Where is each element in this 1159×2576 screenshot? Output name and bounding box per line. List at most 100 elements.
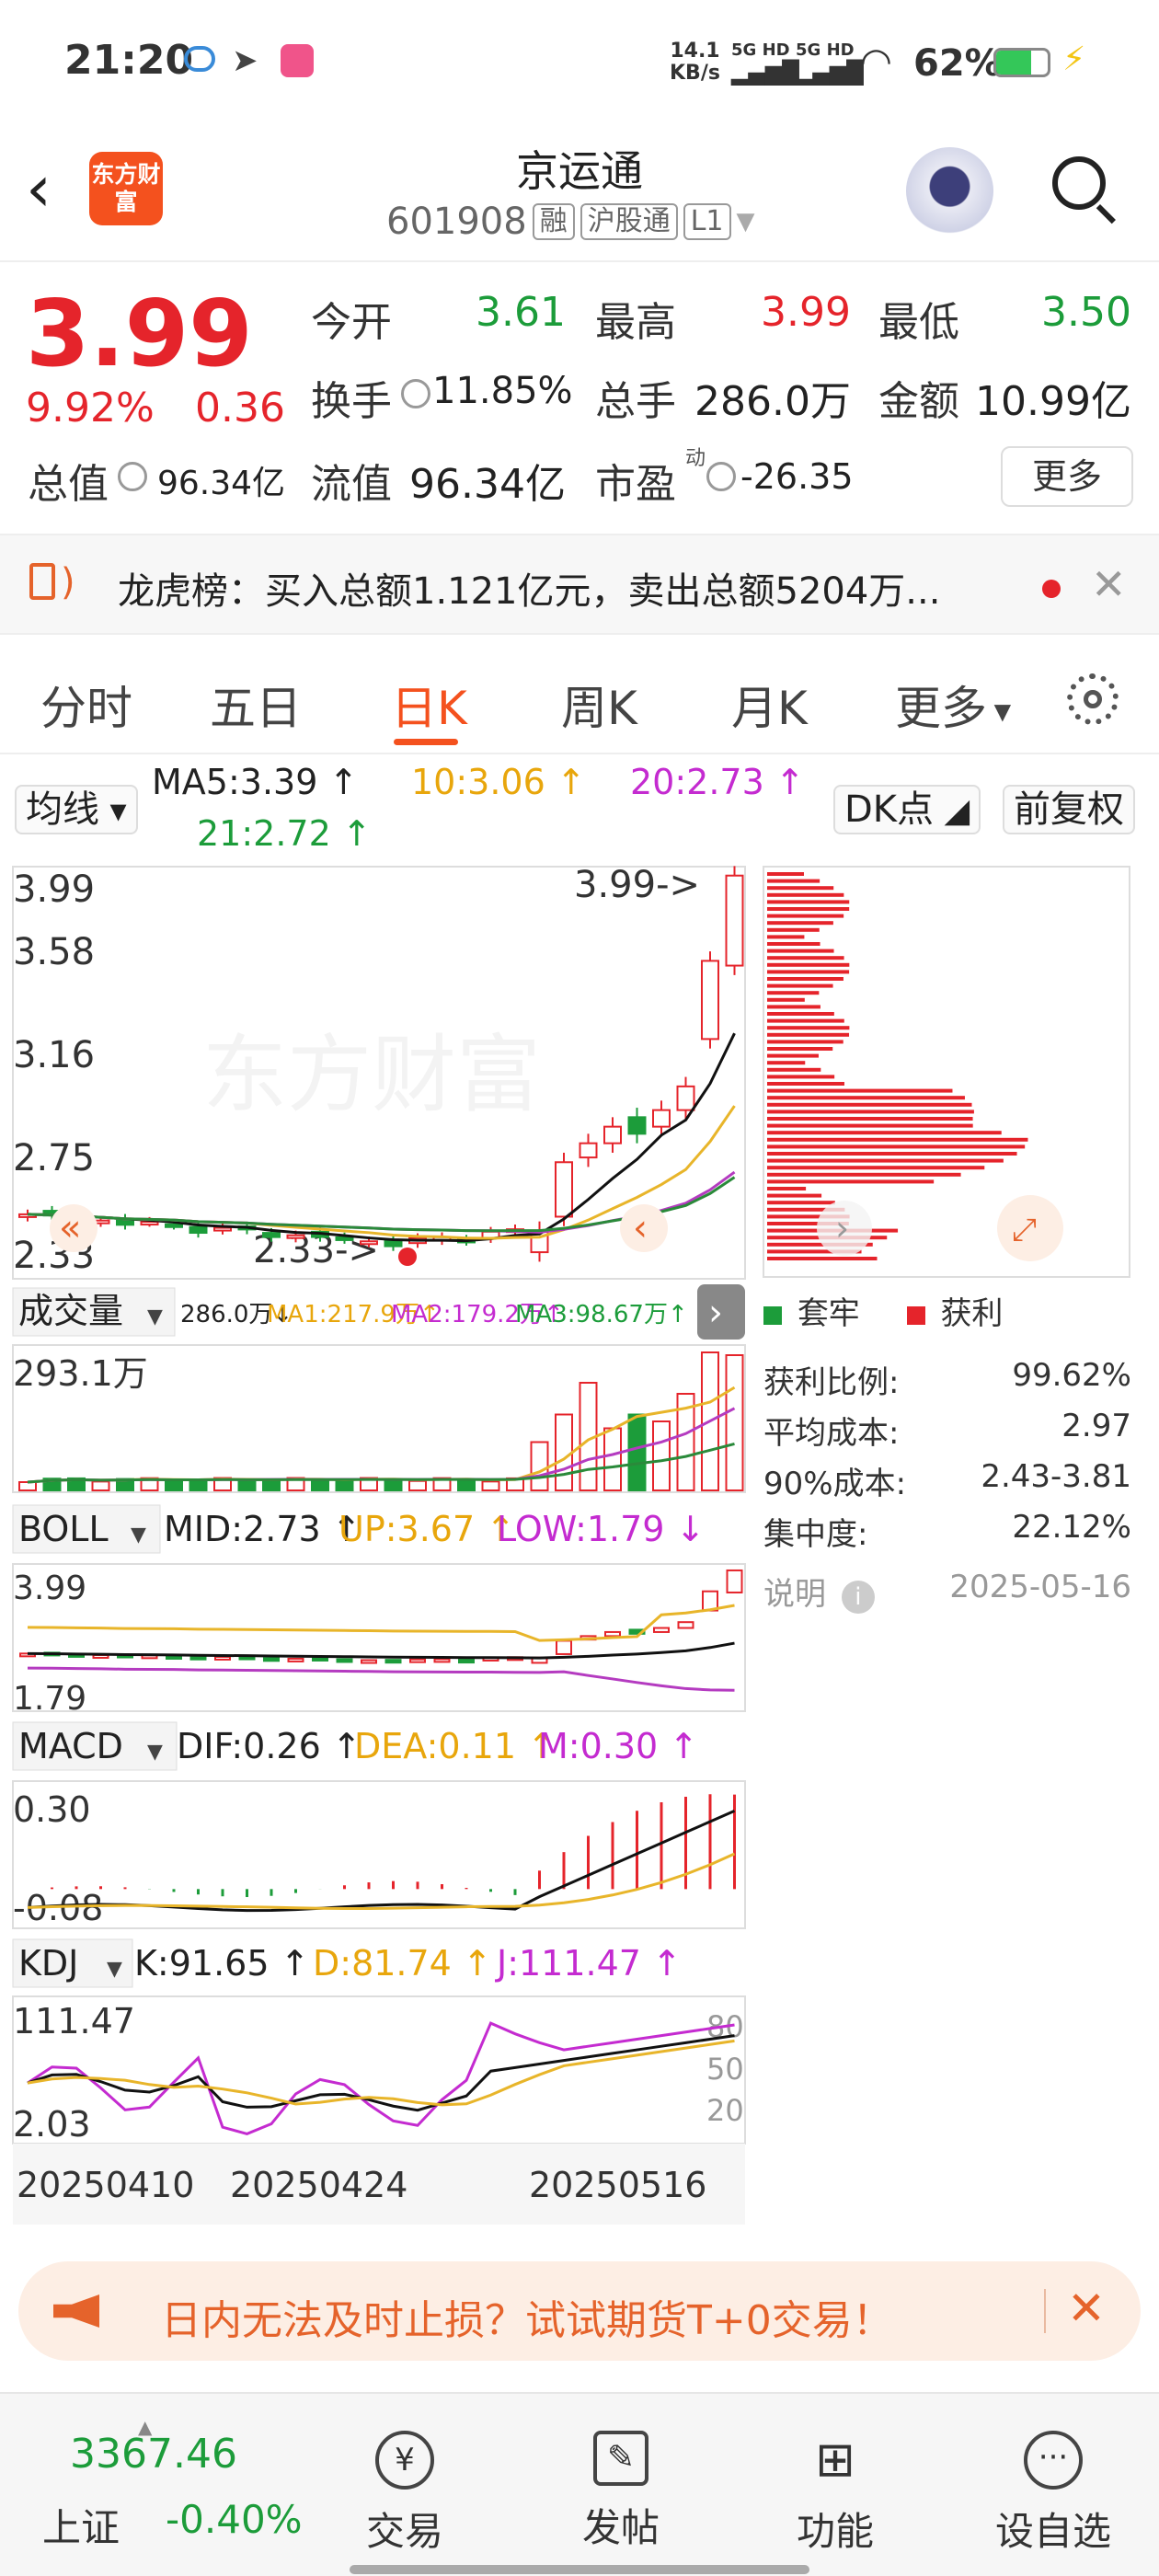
kdj-ref-50: 50: [706, 2052, 744, 2087]
dk-point-label: DK点: [844, 788, 935, 831]
index-name: 上证: [42, 2505, 120, 2550]
kline-candle: [335, 1236, 354, 1241]
volume-bar: [237, 1479, 257, 1491]
boll-ymax: 3.99: [13, 1570, 86, 1607]
double-left-arrow-icon[interactable]: «: [59, 1207, 81, 1249]
nav-trade[interactable]: ¥ 交易: [322, 2431, 488, 2557]
info-dots-icon[interactable]: [401, 379, 430, 408]
kdj-ref-20: 20: [706, 2093, 744, 2128]
chip-bar: [767, 1047, 833, 1051]
chip-bar: [767, 970, 850, 974]
notice-bar[interactable]: ) 龙虎榜：买入总额1.121亿元，卖出总额5204万... ✕: [0, 534, 1159, 635]
high-label: 最高: [595, 299, 676, 346]
kline-candle: [603, 1125, 622, 1144]
dropdown-triangle-icon[interactable]: ▼: [737, 208, 755, 236]
volume-bar: [165, 1479, 183, 1491]
kline-candle: [627, 1116, 647, 1135]
tab-five-day[interactable]: 五日: [210, 672, 302, 738]
chip-note-row[interactable]: 说明 i 2025-05-16: [763, 1569, 1131, 1614]
dropdown-triangle-icon: ▼: [147, 1741, 163, 1764]
kline-candle: [140, 1221, 159, 1226]
chevron-left-icon[interactable]: ‹: [633, 1207, 648, 1249]
speaker-wave-icon: ): [61, 561, 75, 604]
ma-selector[interactable]: 均线 ▾: [15, 785, 138, 834]
chevron-right-icon[interactable]: ›: [708, 1292, 723, 1334]
profit-ratio-value: 99.62%: [1012, 1357, 1131, 1394]
home-indicator: [350, 2565, 809, 2574]
nav-watchlist[interactable]: ··· 设自选: [970, 2431, 1136, 2557]
chip-bar: [767, 886, 834, 891]
boll-ymin: 1.79: [13, 1680, 86, 1718]
chip-bar: [767, 1005, 820, 1009]
info-icon[interactable]: i: [841, 1581, 875, 1614]
volume-bar: [652, 1420, 671, 1491]
tag-level1: L1: [683, 203, 731, 240]
notice-text: 龙虎榜：买入总额1.121亿元，卖出总额5204万...: [118, 570, 941, 613]
chip-bar: [767, 1040, 843, 1044]
float-label: 流值: [311, 461, 392, 508]
close-icon[interactable]: ✕: [1067, 2282, 1106, 2335]
macd-ymax: 0.30: [13, 1789, 91, 1830]
signal-dot: [398, 1248, 417, 1266]
status-time: 21:20: [64, 37, 194, 84]
chip-bar: [767, 949, 834, 953]
robot-assistant-icon[interactable]: [906, 147, 993, 235]
tab-monthly-k[interactable]: 月K: [731, 672, 808, 738]
chip-bar: [767, 956, 844, 960]
kline-candle: [652, 1109, 671, 1128]
chip-bar: [767, 1061, 806, 1065]
chip-bar: [767, 1166, 985, 1170]
chip-bar: [767, 1158, 1004, 1163]
info-dots-icon[interactable]: [118, 462, 147, 491]
nav-post-label: 发帖: [581, 2505, 660, 2550]
tab-intraday[interactable]: 分时: [40, 672, 132, 738]
index-change: -0.40%: [166, 2497, 303, 2542]
search-icon[interactable]: [1052, 156, 1117, 224]
price-adjust-button[interactable]: 前复权: [1003, 785, 1135, 834]
ma21-value: 21:2.72 ↑: [197, 813, 372, 854]
expand-arrows-icon[interactable]: ⤢: [1012, 1212, 1037, 1248]
nav-post[interactable]: ✎ 发帖: [538, 2431, 704, 2553]
date-label-2: 20250424: [230, 2165, 407, 2205]
boll-low-line: [27, 1666, 735, 1692]
kdj-d: D:81.74 ↑: [313, 1943, 492, 1984]
kline-candle: [676, 1085, 695, 1111]
stock-code-line[interactable]: 601908 融 沪股通 L1 ▼: [386, 201, 755, 243]
chip-distribution-chart[interactable]: › ⤢: [762, 865, 1131, 1279]
mcap-label: 总值: [28, 461, 109, 508]
info-dots-icon[interactable]: [706, 462, 736, 491]
kline-candle: [189, 1225, 208, 1235]
signal-1-label: 5G HD: [731, 40, 790, 60]
avg-cost-label: 平均成本:: [763, 1415, 900, 1452]
chevron-right-icon[interactable]: ›: [835, 1208, 849, 1248]
tab-daily-k[interactable]: 日K: [391, 672, 467, 738]
dk-point-selector[interactable]: DK点 ◢: [833, 785, 981, 834]
close-icon[interactable]: ✕: [1091, 559, 1127, 609]
battery-icon: [993, 48, 1050, 77]
low-value: 3.50: [1041, 289, 1131, 336]
high-value: 3.99: [761, 289, 851, 336]
charging-bolt-icon: ⚡: [1062, 40, 1086, 78]
date-label-1: 20250410: [17, 2165, 194, 2205]
signal-2: 5G HD ▂▄▆█: [796, 40, 864, 86]
kline-chart-area[interactable]: 东方财富 3.99 3.58 3.16 2.75 2.33 3.99-> 2.3…: [0, 856, 754, 2254]
promo-banner[interactable]: 日内无法及时止损？试试期货T+0交易！ ✕: [18, 2261, 1141, 2361]
chip-bar: [767, 914, 844, 918]
tab-weekly-k[interactable]: 周K: [561, 672, 637, 738]
chip-bar: [767, 1257, 878, 1260]
settings-gear-icon[interactable]: [1067, 673, 1119, 725]
more-button[interactable]: 更多: [1001, 446, 1133, 507]
promo-divider: [1044, 2289, 1046, 2333]
boll-mid-line: [27, 1641, 735, 1660]
kline-max-marker: 3.99->: [574, 864, 700, 906]
nav-functions[interactable]: ⊞ 功能: [752, 2431, 918, 2557]
chip-bar: [767, 1179, 935, 1184]
boll-mid: MID:2.73 ↑: [164, 1509, 361, 1549]
chip-bar: [767, 1193, 822, 1198]
volume-bar: [725, 1354, 744, 1491]
volume-value: 286.0万: [694, 378, 851, 425]
chip-bar: [767, 1012, 834, 1016]
ma5-value: MA5:3.39 ↑: [152, 762, 359, 802]
tab-more[interactable]: 更多 ▼: [895, 672, 1011, 738]
chip-bar: [767, 927, 820, 932]
